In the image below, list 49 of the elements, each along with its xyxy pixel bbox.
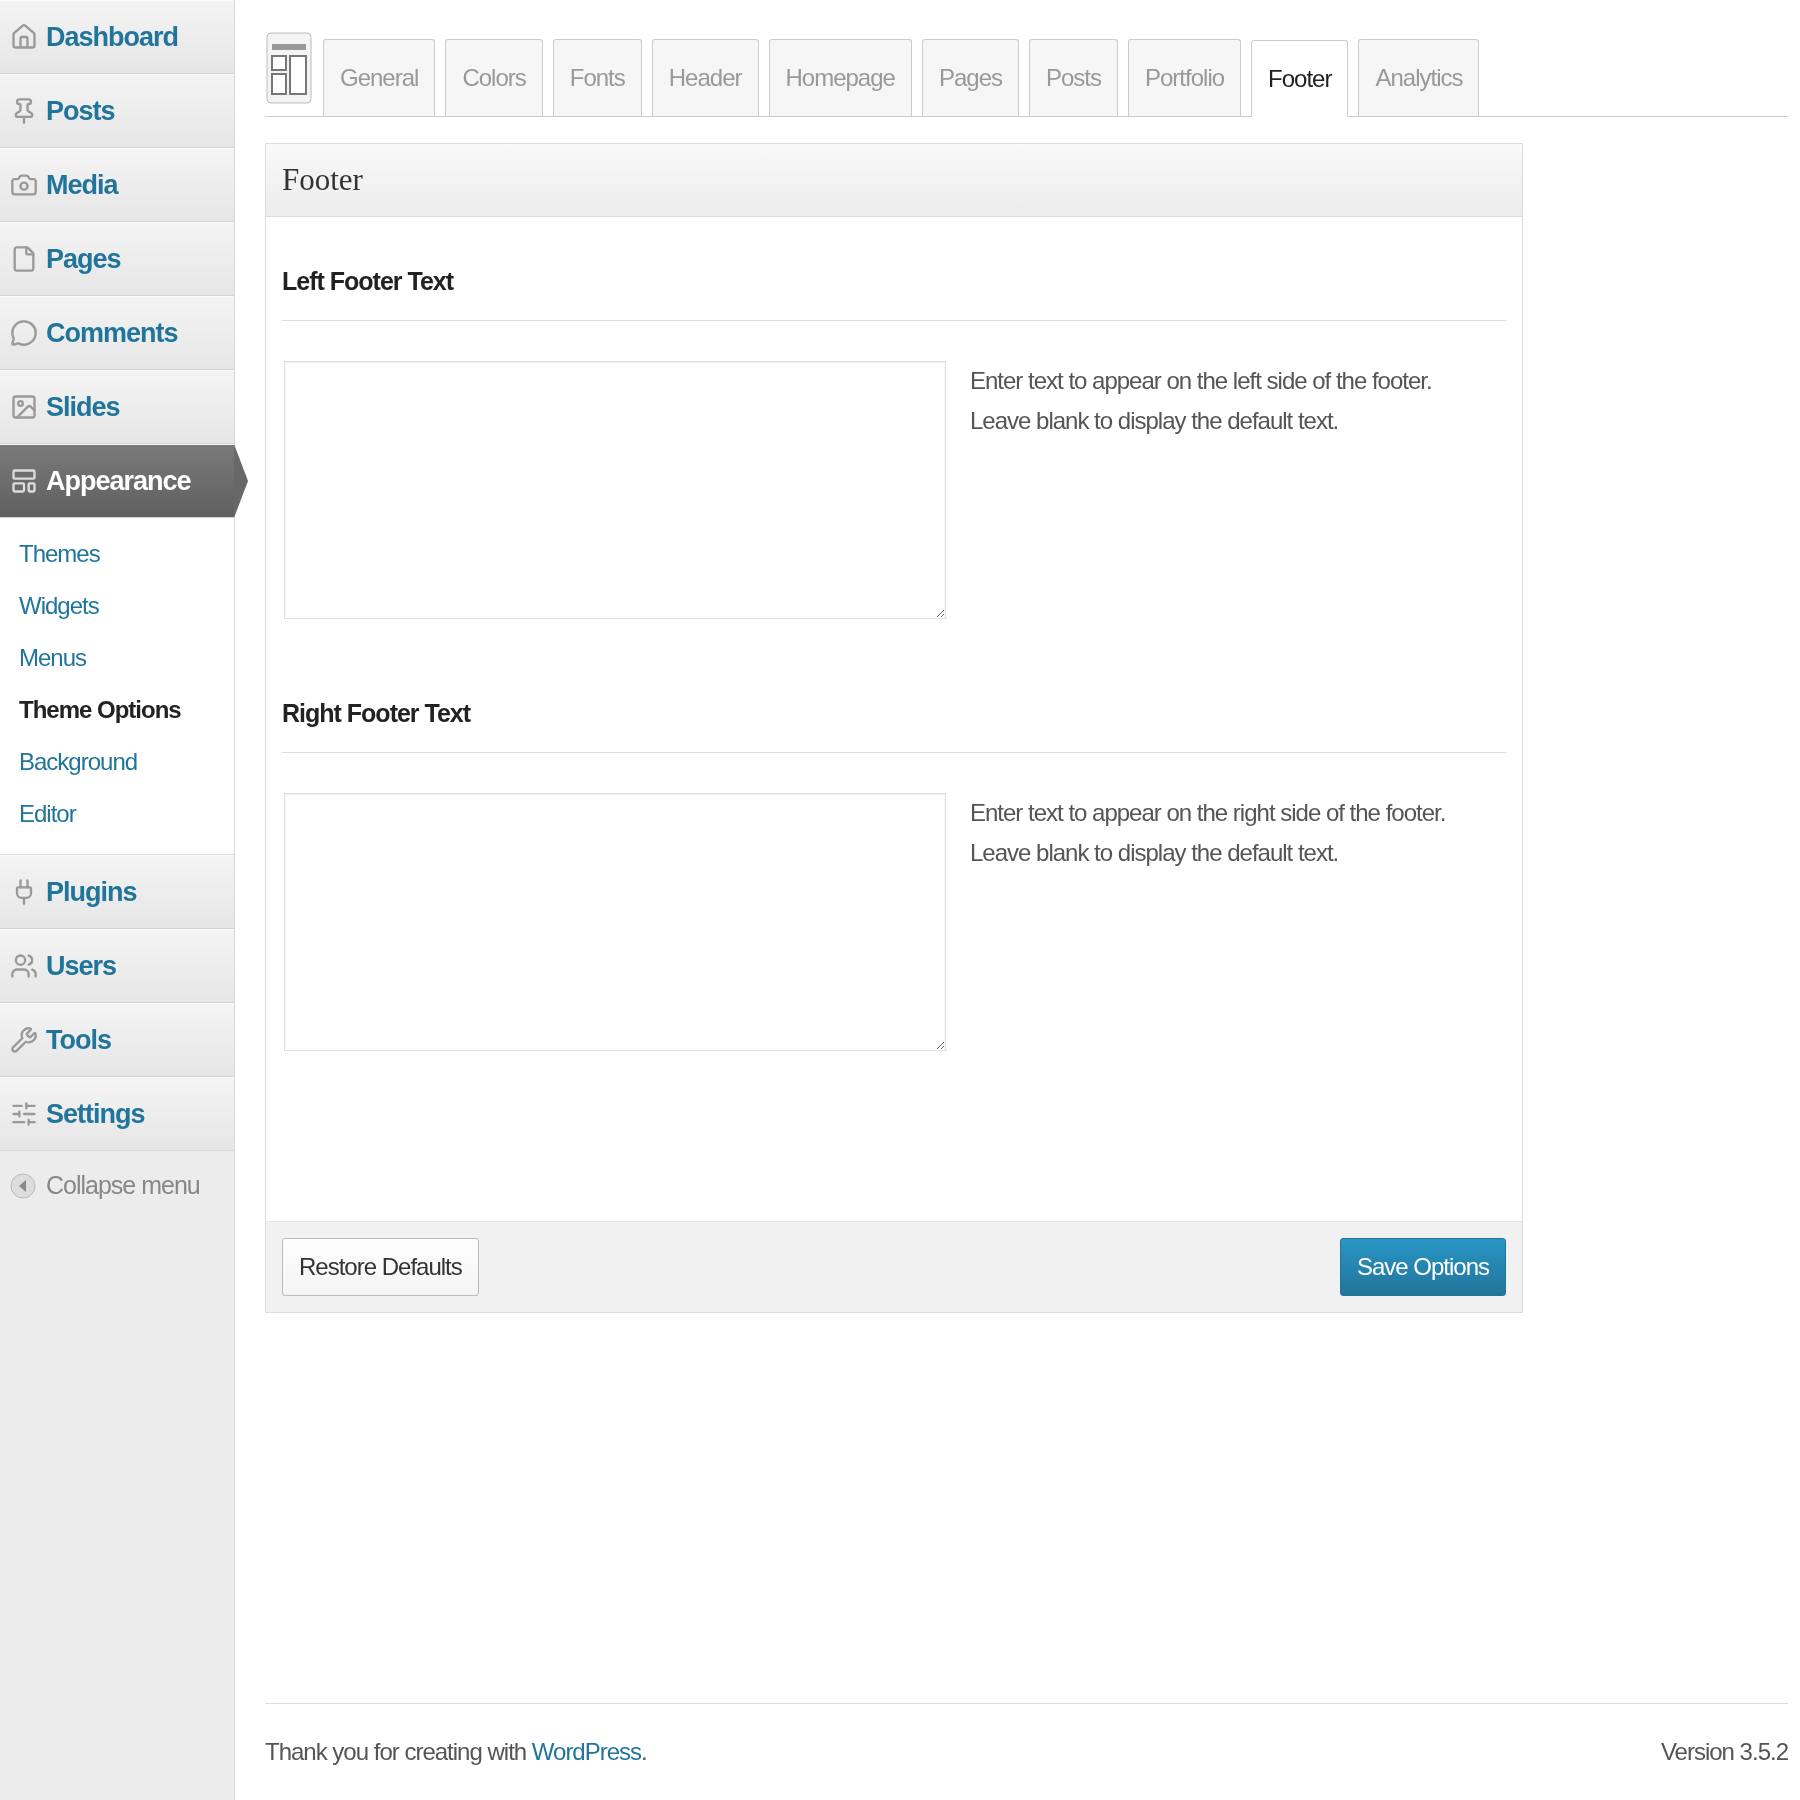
restore-button[interactable]: Restore Defaults bbox=[282, 1238, 479, 1296]
submenu-item[interactable]: Editor bbox=[0, 788, 234, 840]
field-label: Left Footer Text bbox=[282, 267, 1506, 321]
field-description: Enter text to appear on the left side of the footer. Leave blank to display the default text. bbox=[970, 366, 1432, 436]
menu-item[interactable]: Slides bbox=[0, 370, 234, 444]
speech-bubble-icon bbox=[10, 319, 38, 347]
footer-credit: Thank you for creating with WordPress. bbox=[265, 1738, 647, 1766]
menu-item[interactable]: Plugins bbox=[0, 855, 234, 929]
menu-item[interactable]: Dashboard bbox=[0, 0, 234, 74]
tab[interactable]: Fonts bbox=[552, 39, 642, 116]
wordpress-link[interactable]: WordPress bbox=[531, 1738, 642, 1765]
tab[interactable]: Homepage bbox=[768, 39, 912, 116]
save-button[interactable]: Save Options bbox=[1339, 1238, 1506, 1296]
field-label: Right Footer Text bbox=[282, 699, 1506, 753]
wrench-icon bbox=[10, 1026, 38, 1054]
tab[interactable]: Colors bbox=[445, 39, 543, 116]
menu-item[interactable]: Comments bbox=[0, 296, 234, 370]
menu-item[interactable]: Users bbox=[0, 929, 234, 1003]
tab[interactable]: Portfolio bbox=[1128, 39, 1242, 116]
text-area[interactable] bbox=[284, 793, 946, 1051]
submenu-item[interactable]: Background bbox=[0, 736, 234, 788]
menu-item[interactable]: Posts bbox=[0, 74, 234, 148]
menu-item[interactable]: Media bbox=[0, 148, 234, 222]
tab[interactable]: Analytics bbox=[1358, 39, 1480, 116]
tab[interactable]: Pages bbox=[921, 39, 1019, 116]
layout-icon bbox=[10, 467, 38, 495]
menu-item[interactable]: Pages bbox=[0, 222, 234, 296]
users-icon bbox=[10, 952, 38, 980]
version-text: Version 3.5.2 bbox=[1660, 1738, 1788, 1766]
tab[interactable]: Posts bbox=[1029, 39, 1118, 116]
tab[interactable]: General bbox=[323, 39, 436, 116]
layout-icon bbox=[266, 32, 312, 104]
menu-item[interactable]: Settings bbox=[0, 1077, 234, 1151]
submenu-item[interactable]: Theme Options bbox=[0, 684, 234, 736]
tab[interactable]: Header bbox=[651, 39, 759, 116]
collapse-icon bbox=[10, 1172, 36, 1199]
image-icon bbox=[10, 393, 38, 421]
menu-item[interactable]: Appearance bbox=[0, 444, 234, 518]
sliders-icon bbox=[10, 1100, 38, 1128]
collapse-menu-button[interactable]: Collapse menu bbox=[0, 1151, 234, 1220]
tab[interactable]: Footer bbox=[1251, 40, 1349, 117]
submenu-item[interactable]: Widgets bbox=[0, 580, 234, 632]
house-icon bbox=[10, 23, 38, 51]
text-area[interactable] bbox=[284, 361, 946, 619]
menu-item[interactable]: Tools bbox=[0, 1003, 234, 1077]
submenu-item[interactable]: Menus bbox=[0, 632, 234, 684]
submenu-item[interactable]: Themes bbox=[0, 528, 234, 580]
panel-title: Footer bbox=[282, 162, 364, 198]
field-description: Enter text to appear on the right side of the footer. Leave blank to display the default text. bbox=[970, 798, 1446, 868]
